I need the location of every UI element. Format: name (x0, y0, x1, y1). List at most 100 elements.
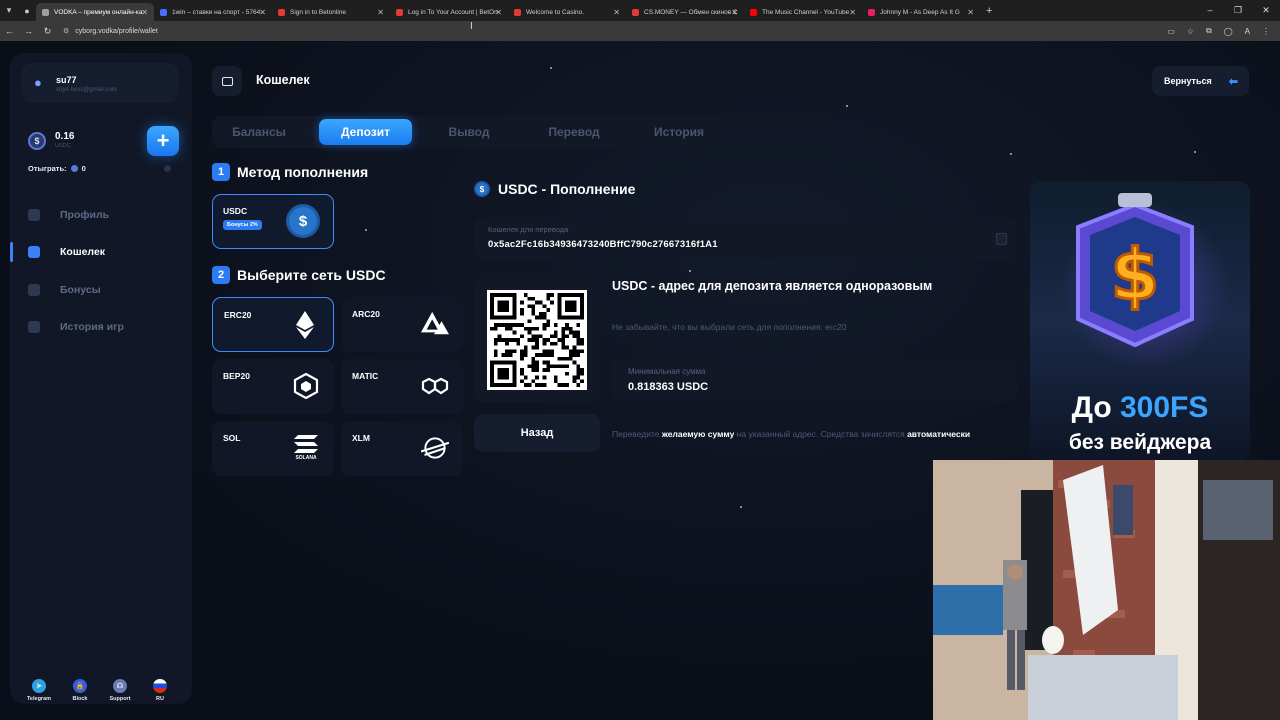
reload-icon[interactable]: ↻ (38, 26, 57, 37)
bonus-badge: Бонусы 2% (223, 220, 262, 230)
bnb-icon (292, 372, 320, 400)
tab-close-icon[interactable]: ✕ (377, 8, 384, 17)
maximize-icon[interactable]: ❐ (1224, 0, 1252, 21)
browser-tab[interactable]: The Music Channel - YouTube ✕ (744, 3, 862, 21)
minimize-icon[interactable]: – (1196, 0, 1224, 21)
bookmark-star-icon[interactable]: ☆ (1187, 27, 1194, 36)
sidebar-item-bonuses[interactable]: Бонусы (10, 280, 192, 300)
network-name: MATIC (352, 371, 379, 381)
browser-tab[interactable]: Log in To Your Account | BetOn ✕ (390, 3, 508, 21)
block-link[interactable]: 🔒 Block (60, 679, 100, 702)
svg-text:$: $ (1111, 234, 1160, 316)
sidebar: ● su77 stry4.boss@gmail.com $ 0.16 USDC … (10, 53, 192, 704)
tab-close-icon[interactable]: ✕ (731, 8, 738, 17)
tab-favicon-icon (396, 8, 403, 16)
back-button[interactable]: Назад (474, 414, 600, 452)
tab-title: VODKA – премиум онлайн-ка (54, 8, 143, 16)
tab-close-icon[interactable]: ✕ (849, 8, 856, 17)
network-card-sol[interactable]: SOL SOLANA (212, 421, 334, 476)
sidebar-item-game-history[interactable]: История игр (10, 317, 192, 337)
profile-icon[interactable]: ◯ (1224, 27, 1233, 36)
gift-nav-icon (28, 284, 40, 296)
cast-icon[interactable]: ▭ (1167, 27, 1175, 36)
sidebar-item-profile[interactable]: Профиль (10, 205, 192, 225)
step-number: 2 (212, 266, 230, 284)
wallet-tabs: Балансы Депозит Вывод Перевод История (212, 116, 726, 148)
promo-banner[interactable]: $ До 300FS без вейджера (1030, 181, 1250, 461)
qr-code-panel (474, 278, 600, 402)
url-field[interactable]: ⚙ cyborg.vodka/profile/wallet (63, 27, 158, 36)
tab-favicon-icon (160, 8, 167, 16)
tab-favicon-icon (514, 8, 521, 16)
user-card[interactable]: ● su77 stry4.boss@gmail.com (22, 63, 178, 103)
network-card-bep20[interactable]: BEP20 (212, 359, 334, 414)
tab-close-icon[interactable]: ✕ (259, 8, 266, 17)
usdc-coin-icon: $ (28, 132, 46, 150)
telegram-icon: ➤ (32, 679, 46, 693)
browser-tab[interactable]: VODKA – премиум онлайн-ка ✕ (36, 3, 154, 21)
browser-tab-strip: ▾ ● VODKA – премиум онлайн-ка ✕ 1win – ста… (0, 0, 1280, 21)
extension-a-icon[interactable]: A (1245, 27, 1250, 36)
browser-tab[interactable]: Johnny M - As Deep As It G ✕ (862, 3, 980, 21)
solana-caption: SOLANA (295, 455, 317, 461)
address-label: Кошелек для перевода (488, 225, 569, 234)
page-title: Кошелек (256, 73, 310, 87)
one-time-notice: USDC - адрес для депозита является однор… (612, 279, 933, 293)
forward-nav-icon[interactable]: → (19, 26, 38, 36)
wallet-nav-icon (28, 246, 40, 258)
tab-title: Log in To Your Account | BetOn (408, 8, 498, 16)
tab-close-icon[interactable]: ✕ (613, 8, 620, 17)
tab-transfer[interactable]: Перевод (530, 119, 618, 145)
tab-close-icon[interactable]: ✕ (495, 8, 502, 17)
support-link[interactable]: ☊ Support (100, 679, 140, 702)
network-card-erc20[interactable]: ERC20 (212, 297, 334, 352)
tab-favicon-icon (278, 8, 285, 16)
user-icon: ● (34, 75, 42, 90)
step-number: 1 (212, 163, 230, 181)
wager-value: 0 (81, 164, 86, 173)
browser-tab[interactable]: Sign in to Betonline ✕ (272, 3, 390, 21)
network-card-xlm[interactable]: XLM (341, 421, 463, 476)
tab-close-icon[interactable]: ✕ (967, 8, 974, 17)
tab-title: Welcome to Casino. (526, 8, 585, 16)
sidebar-item-wallet[interactable]: Кошелек (10, 242, 192, 262)
treasure-chest-image: $ (1076, 193, 1194, 348)
browser-tab[interactable]: 1win – ставки на спорт - 5764 ✕ (154, 3, 272, 21)
wager-label: Отыграть: (28, 164, 67, 173)
tab-search-icon[interactable]: ▾ (0, 0, 18, 21)
network-card-arc20[interactable]: ARC20 (341, 297, 463, 352)
network-title: Выберите сеть USDC (237, 267, 386, 283)
tab-history[interactable]: История (636, 119, 722, 145)
new-tab-button[interactable]: + (986, 5, 992, 17)
telegram-link[interactable]: ➤ Telegram (19, 679, 59, 702)
language-label: RU (156, 696, 164, 702)
qr-code-image (487, 290, 587, 390)
tab-withdraw[interactable]: Вывод (426, 119, 512, 145)
tab-close-icon[interactable]: ✕ (141, 8, 148, 17)
sidebar-item-label: История игр (60, 321, 124, 333)
language-link[interactable]: RU (140, 679, 180, 702)
network-name: ARC20 (352, 309, 380, 319)
extensions-icon[interactable]: ⧉ (1206, 26, 1212, 36)
tab-balances[interactable]: Балансы (216, 119, 302, 145)
network-reminder: Не забывайте, что вы выбрали сеть для по… (612, 322, 847, 332)
tab-deposit[interactable]: Депозит (319, 119, 412, 145)
network-card-matic[interactable]: MATIC (341, 359, 463, 414)
wager-info-icon[interactable] (164, 165, 171, 172)
method-name: USDC (223, 206, 248, 216)
network-name: BEP20 (223, 371, 250, 381)
close-window-icon[interactable]: ✕ (1252, 0, 1280, 21)
deposit-address-field[interactable]: Кошелек для перевода 0x5ac2Fc16b34936473… (474, 218, 1017, 260)
wager-coin-icon (70, 165, 78, 172)
usdc-small-icon: $ (474, 181, 490, 197)
add-funds-button[interactable]: + (147, 126, 179, 156)
more-menu-icon[interactable]: ⋮ (1262, 27, 1270, 36)
copy-icon[interactable] (996, 233, 1007, 245)
browser-tab[interactable]: CS.MONEY — Обмен скинов С ✕ (626, 3, 744, 21)
return-button[interactable]: Вернуться ⬅ (1152, 66, 1249, 96)
site-info-icon[interactable]: ⚙ (63, 27, 69, 35)
back-nav-icon[interactable]: ← (0, 26, 19, 36)
browser-menu-icon[interactable]: ● (18, 0, 36, 21)
note-bold: желаемую сумму (661, 429, 735, 439)
browser-tab[interactable]: Welcome to Casino. ✕ (508, 3, 626, 21)
